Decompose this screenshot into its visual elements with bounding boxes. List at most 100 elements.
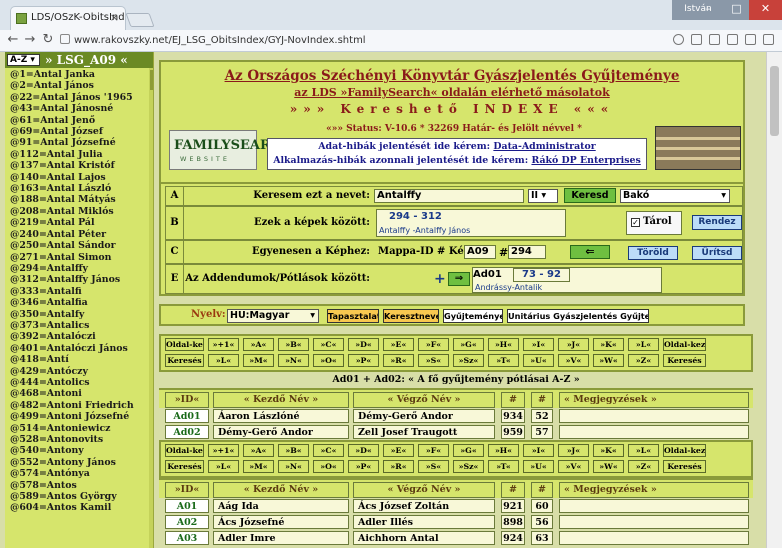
letter-nav-button[interactable]: Keresés <box>663 460 706 473</box>
sidebar-item[interactable]: @392=Antalóczi <box>10 331 153 342</box>
close-tab-icon[interactable]: × <box>110 7 119 29</box>
sidebar-item[interactable]: @22=Antal János '1965 <box>10 92 153 103</box>
letter-nav-button[interactable]: »T« <box>488 354 519 367</box>
column-header[interactable]: « Megjegyzések » <box>559 482 749 498</box>
sidebar-item[interactable]: @401=Antalóczi János <box>10 343 153 354</box>
letter-nav-button[interactable]: »D« <box>348 444 379 457</box>
rako-link[interactable]: Rákó DP Enterprises <box>531 155 640 166</box>
sidebar-item[interactable]: @137=Antal Kristóf <box>10 160 153 171</box>
sidebar-item[interactable]: @482=Antoni Friedrich <box>10 400 153 411</box>
column-header[interactable]: « Végző Név » <box>353 392 495 408</box>
sidebar-item[interactable]: @294=Antalffy <box>10 263 153 274</box>
sidebar-item[interactable]: @589=Antos György <box>10 491 153 502</box>
letter-nav-button[interactable]: »E« <box>383 338 414 351</box>
letter-nav-button[interactable]: »+1« <box>208 338 239 351</box>
folder-input[interactable]: A09 <box>464 245 496 259</box>
column-header[interactable]: »ID« <box>165 392 209 408</box>
sidebar-item[interactable]: @240=Antal Péter <box>10 229 153 240</box>
row-id-link[interactable]: Ad01 <box>165 409 209 423</box>
letter-nav-button[interactable]: »Sz« <box>453 354 484 367</box>
camera-icon[interactable] <box>691 34 702 45</box>
letter-nav-button[interactable]: »B« <box>278 338 309 351</box>
letter-nav-button[interactable]: »V« <box>558 460 589 473</box>
letter-nav-button[interactable]: Keresés <box>663 354 706 367</box>
letter-nav-button[interactable]: »F« <box>418 444 449 457</box>
letter-nav-button[interactable]: »O« <box>313 354 344 367</box>
letter-nav-button[interactable]: »J« <box>558 338 589 351</box>
sidebar-item[interactable]: @91=Antal Józsefné <box>10 137 153 148</box>
letter-nav-button[interactable]: »M« <box>243 354 274 367</box>
maximize-icon[interactable]: □ <box>724 0 749 20</box>
data-admin-link[interactable]: Data-Administrator <box>493 141 595 152</box>
sidebar-item[interactable]: @163=Antal László <box>10 183 153 194</box>
sidebar-item[interactable]: @604=Antos Kamil <box>10 502 153 513</box>
reload-icon[interactable]: ↻ <box>40 32 56 47</box>
collections-button[interactable]: Gyűjtemények <box>443 309 503 323</box>
sidebar-scroll-thumb[interactable] <box>150 70 153 90</box>
letter-nav-button[interactable]: »M« <box>243 460 274 473</box>
sidebar-item[interactable]: @514=Antoniewicz <box>10 423 153 434</box>
letter-nav-button[interactable]: »S« <box>418 460 449 473</box>
sidebar-item[interactable]: @271=Antal Simon <box>10 252 153 263</box>
letter-nav-button[interactable]: »U« <box>523 354 554 367</box>
sidebar-item[interactable]: @2=Antal János <box>10 80 153 91</box>
letter-nav-button[interactable]: Oldal-kezd. <box>165 444 204 457</box>
sort-button[interactable]: Rendez <box>692 215 742 230</box>
letter-nav-button[interactable]: »U« <box>523 460 554 473</box>
sidebar-item[interactable]: @540=Antony <box>10 445 153 456</box>
column-header[interactable]: # <box>531 392 553 408</box>
sidebar-item[interactable]: @373=Antalics <box>10 320 153 331</box>
store-checkbox[interactable]: ✓ <box>631 218 640 227</box>
menu-icon[interactable] <box>763 34 774 45</box>
sidebar-item[interactable]: @140=Antal Lajos <box>10 172 153 183</box>
column-header[interactable]: « Kezdő Név » <box>213 482 349 498</box>
sidebar-item[interactable]: @350=Antalfy <box>10 309 153 320</box>
letter-nav-button[interactable]: »W« <box>593 354 624 367</box>
sidebar-item[interactable]: @312=Antalffy János <box>10 274 153 285</box>
sidebar-item[interactable]: @43=Antal Jánosné <box>10 103 153 114</box>
sidebar-item[interactable]: @418=Antí <box>10 354 153 365</box>
letter-nav-button[interactable]: »R« <box>383 354 414 367</box>
letter-nav-button[interactable]: »P« <box>348 354 379 367</box>
search-button[interactable]: Keresd <box>564 188 616 203</box>
experiences-button[interactable]: Tapasztalatok <box>327 309 379 323</box>
letter-nav-button[interactable]: Oldal-kezd. <box>663 444 706 457</box>
sidebar-item[interactable]: @69=Antal József <box>10 126 153 137</box>
letter-nav-button[interactable]: »S« <box>418 354 449 367</box>
sidebar-item[interactable]: @552=Antony János <box>10 457 153 468</box>
sidebar-item[interactable]: @578=Antos <box>10 480 153 491</box>
unitarian-collection-button[interactable]: Unitárius Gyászjelentés Gyűjtemény <box>507 309 649 323</box>
letter-nav-button[interactable]: Keresés <box>165 460 204 473</box>
letter-nav-button[interactable]: »J« <box>558 444 589 457</box>
sidebar-item[interactable]: @499=Antoni Józsefné <box>10 411 153 422</box>
letter-nav-button[interactable]: »A« <box>243 338 274 351</box>
sidebar-item[interactable]: @219=Antal Pál <box>10 217 153 228</box>
letter-nav-button[interactable]: »E« <box>383 444 414 457</box>
sidebar-item[interactable]: @1=Antal Janka <box>10 69 153 80</box>
letter-nav-button[interactable]: »K« <box>593 338 624 351</box>
sidebar-item[interactable]: @333=Antalfi <box>10 286 153 297</box>
sidebar-item[interactable]: @444=Antolics <box>10 377 153 388</box>
letter-nav-button[interactable]: »N« <box>278 354 309 367</box>
extension-icon[interactable] <box>709 34 720 45</box>
letter-nav-button[interactable]: »K« <box>593 444 624 457</box>
letter-nav-button[interactable]: »T« <box>488 460 519 473</box>
letter-nav-button[interactable]: Oldal-kezd. <box>663 338 706 351</box>
clear-button[interactable]: Ürítsd <box>692 246 742 260</box>
letter-nav-button[interactable]: Keresés <box>165 354 204 367</box>
letter-nav-button[interactable]: »L« <box>208 460 239 473</box>
az-select[interactable]: A-Z ▾ <box>7 54 40 66</box>
sidebar-scrollbar[interactable] <box>149 68 153 548</box>
letter-nav-button[interactable]: »A« <box>243 444 274 457</box>
column-header[interactable]: « Kezdő Név » <box>213 392 349 408</box>
letter-nav-button[interactable]: »N« <box>278 460 309 473</box>
letter-nav-button[interactable]: »+1« <box>208 444 239 457</box>
minimize-icon[interactable]: – <box>696 0 721 20</box>
row-id-link[interactable]: A01 <box>165 499 209 513</box>
letter-nav-button[interactable]: »W« <box>593 460 624 473</box>
letter-nav-button[interactable]: »C« <box>313 338 344 351</box>
first-names-button[interactable]: Keresztnevek <box>383 309 439 323</box>
sidebar-item[interactable]: @208=Antal Miklós <box>10 206 153 217</box>
language-select[interactable]: HU:Magyar ▾ <box>227 309 319 323</box>
letter-nav-button[interactable]: »H« <box>488 444 519 457</box>
